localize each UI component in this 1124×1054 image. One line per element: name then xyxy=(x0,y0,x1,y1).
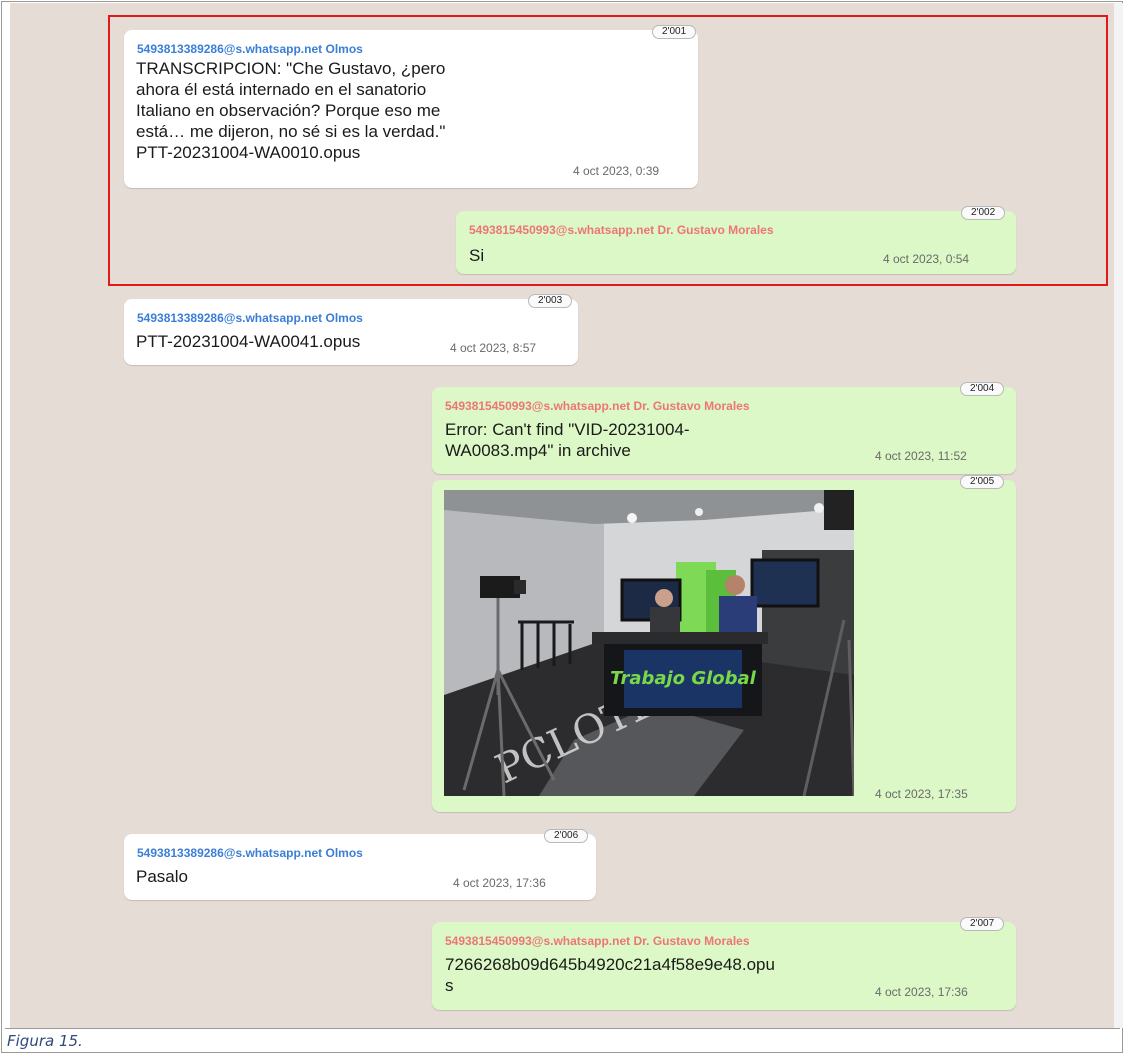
message-sender: 5493813389286@s.whatsapp.net Olmos xyxy=(137,846,363,860)
message-timestamp: 4 oct 2023, 0:39 xyxy=(573,164,660,178)
message-text: Error: Can't find "VID-20231004- WA0083.… xyxy=(445,419,690,461)
message-bubble-2006: 2'006 5493813389286@s.whatsapp.net Olmos… xyxy=(124,829,596,900)
message-line: Italiano en observación? Porque eso me xyxy=(136,101,441,120)
message-line: PTT-20231004-WA0010.opus xyxy=(136,143,361,162)
message-line: PTT-20231004-WA0041.opus xyxy=(136,332,361,351)
message-line: está… me dijeron, no sé si es la verdad.… xyxy=(136,122,446,141)
message-text: 7266268b09d645b4920c21a4f58e9e48.opu s xyxy=(445,954,775,996)
figure-caption: Figura 15. xyxy=(5,1028,1120,1053)
chat-panel[interactable]: 2'001 5493813389286@s.whatsapp.net Olmos… xyxy=(10,3,1114,1028)
message-bubble-2007: 2'007 5493815450993@s.whatsapp.net Dr. G… xyxy=(432,917,1016,1010)
message-bubble-2001: 2'001 5493813389286@s.whatsapp.net Olmos… xyxy=(124,25,698,188)
message-text: Pasalo xyxy=(136,866,188,887)
message-timestamp: 4 oct 2023, 8:57 xyxy=(450,341,537,355)
message-text: Si xyxy=(469,245,484,266)
message-number-badge: 2'005 xyxy=(960,475,1005,489)
message-sender: 5493813389286@s.whatsapp.net Olmos xyxy=(137,42,363,56)
message-timestamp: 4 oct 2023, 11:52 xyxy=(875,449,967,463)
message-line: TRANSCRIPCION: "Che Gustavo, ¿pero xyxy=(136,59,446,78)
message-timestamp: 4 oct 2023, 0:54 xyxy=(883,252,970,266)
message-bubble-2002: 2'002 5493815450993@s.whatsapp.net Dr. G… xyxy=(456,206,1016,274)
desk-sign: Trabajo Global xyxy=(610,668,757,689)
message-line: Pasalo xyxy=(136,867,188,886)
message-sender: 5493815450993@s.whatsapp.net Dr. Gustavo… xyxy=(445,399,750,413)
message-line: ahora él está internado en el sanatorio xyxy=(136,80,427,99)
message-timestamp: 4 oct 2023, 17:36 xyxy=(875,985,968,999)
image-attachment[interactable]: PCLOTE Trabajo Global xyxy=(444,490,854,796)
message-number-badge: 2'006 xyxy=(544,829,589,843)
message-line: s xyxy=(445,976,454,995)
message-sender: 5493813389286@s.whatsapp.net Olmos xyxy=(137,311,363,325)
message-number-badge: 2'001 xyxy=(652,25,697,39)
message-line: Si xyxy=(469,246,485,265)
message-sender: 5493815450993@s.whatsapp.net Dr. Gustavo… xyxy=(469,223,774,237)
tv-studio-photo: PCLOTE Trabajo Global xyxy=(444,490,854,796)
message-bubble-2005: 2'005 PCLOTE Trabajo Global 4 oct 2023, … xyxy=(432,475,1016,812)
desk-sign-text: Trabajo Global xyxy=(610,668,757,689)
message-line: Error: Can't find "VID-20231004- xyxy=(445,420,690,439)
figure-frame: 2'001 5493813389286@s.whatsapp.net Olmos… xyxy=(1,1,1123,1053)
message-timestamp: 4 oct 2023, 17:35 xyxy=(875,787,968,801)
message-number-badge: 2'002 xyxy=(961,206,1006,220)
message-number-badge: 2'004 xyxy=(960,382,1005,396)
chat-scrollbar[interactable] xyxy=(1114,3,1123,1028)
message-bubble-2004: 2'004 5493815450993@s.whatsapp.net Dr. G… xyxy=(432,382,1016,474)
message-number-badge: 2'003 xyxy=(528,294,573,308)
message-sender: 5493815450993@s.whatsapp.net Dr. Gustavo… xyxy=(445,934,750,948)
message-text: TRANSCRIPCION: "Che Gustavo, ¿pero ahora… xyxy=(136,58,445,163)
message-number-badge: 2'007 xyxy=(960,917,1005,931)
message-timestamp: 4 oct 2023, 17:36 xyxy=(453,876,546,890)
message-bubble-2003: 2'003 5493813389286@s.whatsapp.net Olmos… xyxy=(124,294,578,365)
message-line: 7266268b09d645b4920c21a4f58e9e48.opu xyxy=(445,955,775,974)
message-text: PTT-20231004-WA0041.opus xyxy=(136,331,360,352)
message-line: WA0083.mp4" in archive xyxy=(445,441,631,460)
